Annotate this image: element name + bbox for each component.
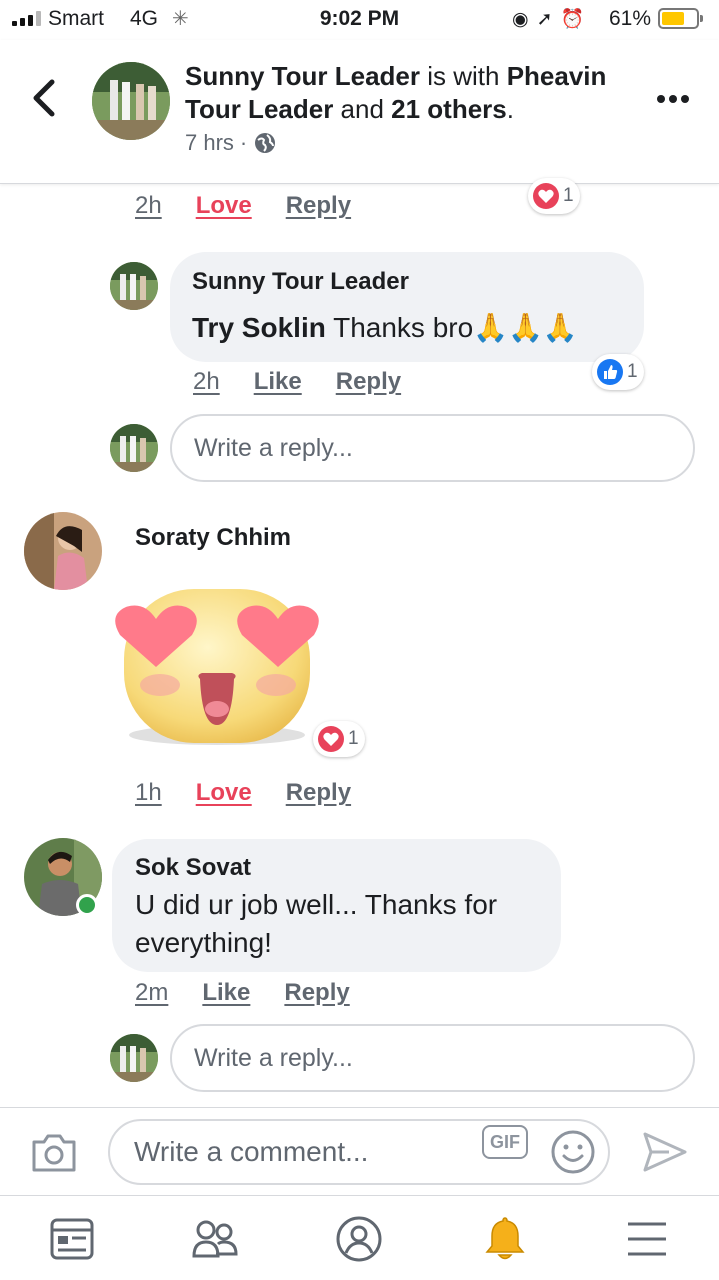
- battery-percent: 61%: [609, 7, 652, 30]
- comment-body-line-2: everything!: [135, 927, 272, 958]
- menu-icon[interactable]: [622, 1214, 672, 1264]
- status-icons: ◉➚⏰: [512, 7, 592, 31]
- period-text: .: [506, 94, 514, 124]
- love-button[interactable]: Love: [196, 192, 252, 220]
- reaction-count: 1: [563, 185, 574, 206]
- comment-time[interactable]: 2h: [135, 192, 162, 220]
- is-with-text: is with: [420, 61, 507, 91]
- online-indicator: [76, 894, 98, 916]
- globe-icon: [255, 133, 276, 153]
- like-button[interactable]: Like: [202, 979, 250, 1007]
- comment-actions: 2m Like Reply: [135, 979, 350, 1007]
- others-link[interactable]: 21 others: [391, 94, 507, 124]
- comment-time[interactable]: 2m: [135, 979, 168, 1007]
- reply-input[interactable]: Write a reply...: [170, 414, 695, 482]
- location-icon: ➚: [536, 9, 561, 30]
- comment-actions: 1h Love Reply: [135, 779, 351, 807]
- comment-actions: 2h Like Reply: [193, 368, 401, 396]
- reply-button[interactable]: Reply: [284, 979, 349, 1007]
- commenter-name[interactable]: Soraty Chhim: [135, 524, 291, 552]
- reaction-badge[interactable]: 1: [592, 354, 644, 390]
- orientation-lock-icon: ◉: [512, 9, 537, 30]
- tab-bar: [0, 1195, 719, 1280]
- smiley-icon[interactable]: [550, 1129, 596, 1175]
- alarm-icon: ⏰: [560, 9, 593, 30]
- heart-icon: [533, 183, 559, 209]
- send-icon[interactable]: [641, 1130, 689, 1174]
- mention-link[interactable]: Try Soklin: [192, 312, 326, 343]
- post-meta: 7 hrs ·: [185, 130, 277, 156]
- commenter-name[interactable]: Sunny Tour Leader: [192, 268, 409, 296]
- reaction-badge[interactable]: 1: [528, 178, 580, 214]
- reply-button[interactable]: Reply: [336, 368, 401, 396]
- reply-button[interactable]: Reply: [286, 779, 351, 807]
- heart-icon: [318, 726, 344, 752]
- post-header: Sunny Tour Leader is with Pheavin Tour L…: [0, 40, 719, 184]
- author-avatar[interactable]: [92, 62, 170, 140]
- bell-icon[interactable]: [480, 1214, 530, 1264]
- commenter-avatar[interactable]: [24, 512, 102, 590]
- comment-time[interactable]: 1h: [135, 779, 162, 807]
- comment-bubble: Sunny Tour Leader Try Soklin Thanks bro🙏…: [170, 252, 644, 362]
- comment-body-line-1: U did ur job well... Thanks for: [135, 889, 498, 920]
- reply-button[interactable]: Reply: [286, 192, 351, 220]
- my-avatar: [110, 424, 158, 472]
- comment-time[interactable]: 2h: [193, 368, 220, 396]
- my-avatar: [110, 1034, 158, 1082]
- and-text: and: [333, 94, 392, 124]
- reaction-count: 1: [348, 728, 359, 749]
- status-bar: Smart 4G ✳ 9:02 PM ◉➚⏰ 61%: [0, 0, 719, 40]
- comment-composer: Write a comment... GIF: [0, 1107, 719, 1195]
- comment-input[interactable]: Write a comment...: [108, 1119, 610, 1185]
- profile-icon[interactable]: [334, 1214, 384, 1264]
- pray-emoji: 🙏🙏🙏: [473, 312, 578, 343]
- camera-icon[interactable]: [30, 1132, 78, 1174]
- battery-icon: [658, 8, 703, 29]
- author-name[interactable]: Sunny Tour Leader: [185, 61, 420, 91]
- meta-separator: ·: [239, 130, 248, 155]
- commenter-name[interactable]: Sok Sovat: [135, 854, 251, 882]
- post-title: Sunny Tour Leader is with Pheavin Tour L…: [185, 60, 645, 126]
- heart-eyes-sticker[interactable]: [112, 585, 322, 750]
- more-dots-icon[interactable]: [656, 94, 690, 104]
- back-chevron-icon[interactable]: [28, 76, 62, 120]
- friends-icon[interactable]: [190, 1214, 240, 1264]
- comment-bubble: Sok Sovat U did ur job well... Thanks fo…: [112, 839, 561, 972]
- comment-text: Try Soklin Thanks bro🙏🙏🙏: [192, 309, 578, 347]
- comment-body: Thanks bro: [325, 312, 474, 343]
- love-button[interactable]: Love: [196, 779, 252, 807]
- post-time: 7 hrs: [185, 130, 234, 155]
- reaction-count: 1: [627, 361, 638, 382]
- reaction-badge[interactable]: 1: [313, 721, 365, 757]
- like-icon: [597, 359, 623, 385]
- comment-placeholder: Write a comment...: [134, 1136, 369, 1167]
- commenter-avatar[interactable]: [110, 262, 158, 310]
- like-button[interactable]: Like: [254, 368, 302, 396]
- news-feed-icon[interactable]: [48, 1214, 98, 1264]
- reply-input[interactable]: Write a reply...: [170, 1024, 695, 1092]
- comment-actions: 2h Love Reply: [135, 192, 351, 220]
- gif-button[interactable]: GIF: [482, 1125, 528, 1159]
